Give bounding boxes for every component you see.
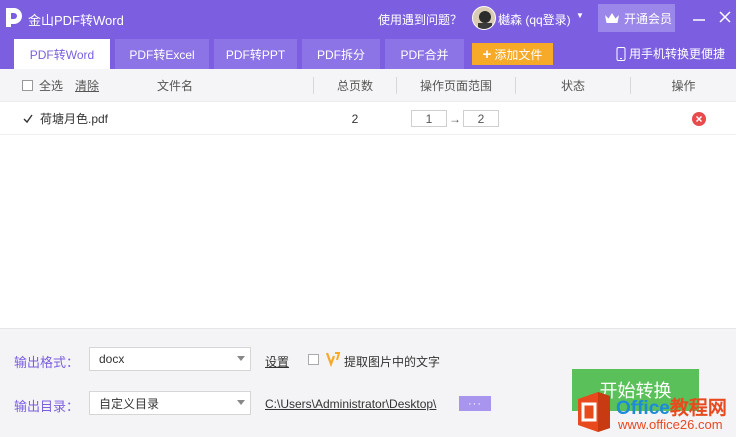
format-select[interactable]: docx — [89, 347, 251, 371]
crown-icon — [605, 13, 619, 23]
watermark: Office教程网 www.office26.com — [572, 389, 736, 437]
close-icon[interactable] — [714, 6, 736, 28]
chevron-down-icon — [237, 356, 245, 361]
file-list-area[interactable] — [0, 136, 736, 328]
file-table-header: 全选 清除 文件名 总页数 操作页面范围 状态 操作 — [0, 69, 736, 102]
tab-pdf-merge[interactable]: PDF合并 — [385, 39, 464, 69]
add-file-button[interactable]: + 添加文件 — [472, 43, 553, 65]
chevron-down-icon — [237, 400, 245, 405]
help-link[interactable]: 使用遇到问题？ — [378, 11, 462, 28]
select-all-label: 全选 — [39, 79, 64, 93]
office-logo-icon — [578, 392, 610, 432]
phone-convert-link[interactable]: 用手机转换更便捷 — [616, 45, 725, 62]
watermark-url: www.office26.com — [618, 417, 723, 432]
format-label: 输出格式： — [14, 355, 80, 370]
watermark-brand-en: Office — [616, 398, 670, 419]
output-dir-select[interactable]: 自定义目录 — [89, 391, 251, 415]
app-logo-icon — [6, 8, 22, 27]
checkmark-icon — [23, 114, 33, 123]
column-status: 状态 — [560, 79, 585, 93]
column-range: 操作页面范围 — [419, 79, 492, 93]
select-all[interactable]: 全选 — [22, 69, 63, 102]
chevron-down-icon[interactable]: ▼ — [576, 11, 584, 20]
vip-button[interactable]: 开通会员 — [598, 4, 675, 32]
row-checkbox[interactable] — [22, 102, 34, 135]
column-filename: 文件名 — [156, 79, 193, 93]
output-path[interactable]: C:\Users\Administrator\Desktop\ — [265, 397, 436, 411]
user-name[interactable]: 樾森 (qq登录) — [498, 11, 571, 28]
title-bar: 金山PDF转Word 使用遇到问题？ 樾森 (qq登录) ▼ 开通会员 — [0, 0, 736, 36]
settings-link[interactable]: 设置 — [265, 353, 289, 370]
row-pages: 2 — [351, 111, 359, 126]
tab-pdf-to-word[interactable]: PDF转Word — [14, 39, 110, 69]
watermark-brand: Office教程网 — [616, 393, 727, 420]
app-title: 金山PDF转Word — [28, 13, 124, 28]
tab-pdf-to-ppt[interactable]: PDF转PPT — [214, 39, 297, 69]
phone-icon — [616, 46, 626, 61]
tab-bar: PDF转Word PDF转Excel PDF转PPT PDF拆分 PDF合并 +… — [0, 36, 736, 69]
column-pages: 总页数 — [336, 79, 373, 93]
tab-pdf-split[interactable]: PDF拆分 — [302, 39, 380, 69]
select-all-checkbox[interactable] — [22, 80, 33, 91]
plus-icon: + — [482, 45, 492, 63]
table-row[interactable]: 荷塘月色.pdf 2 1 → 2 — [0, 102, 736, 135]
delete-icon[interactable] — [692, 111, 706, 126]
avatar[interactable] — [472, 6, 496, 30]
clear-link[interactable]: 清除 — [75, 69, 99, 102]
range-to-input[interactable]: 2 — [463, 110, 499, 127]
clear-label[interactable]: 清除 — [75, 77, 99, 94]
format-select-value: docx — [99, 352, 125, 366]
ocr-checkbox[interactable] — [308, 354, 319, 365]
minimize-icon[interactable] — [688, 6, 710, 28]
ocr-label: 提取图片中的文字 — [344, 355, 441, 369]
watermark-brand-cn: 教程网 — [669, 398, 727, 419]
row-range: 1 → 2 — [411, 102, 499, 135]
row-delete[interactable] — [692, 102, 706, 135]
ocr-vip-icon — [326, 352, 341, 367]
column-action: 操作 — [671, 79, 696, 93]
vip-button-label: 开通会员 — [624, 11, 673, 26]
add-file-label: 添加文件 — [494, 47, 543, 62]
arrow-right-icon: → — [449, 111, 461, 126]
range-from-input[interactable]: 1 — [411, 110, 447, 127]
output-dir-select-value: 自定义目录 — [99, 396, 160, 411]
browse-button[interactable]: ··· — [459, 396, 491, 411]
tab-pdf-to-excel[interactable]: PDF转Excel — [115, 39, 209, 69]
row-filename: 荷塘月色.pdf — [40, 112, 109, 126]
phone-convert-label: 用手机转换更便捷 — [629, 47, 726, 61]
avatar-image — [473, 7, 495, 29]
row-status — [516, 102, 630, 135]
output-dir-label: 输出目录： — [14, 399, 80, 414]
